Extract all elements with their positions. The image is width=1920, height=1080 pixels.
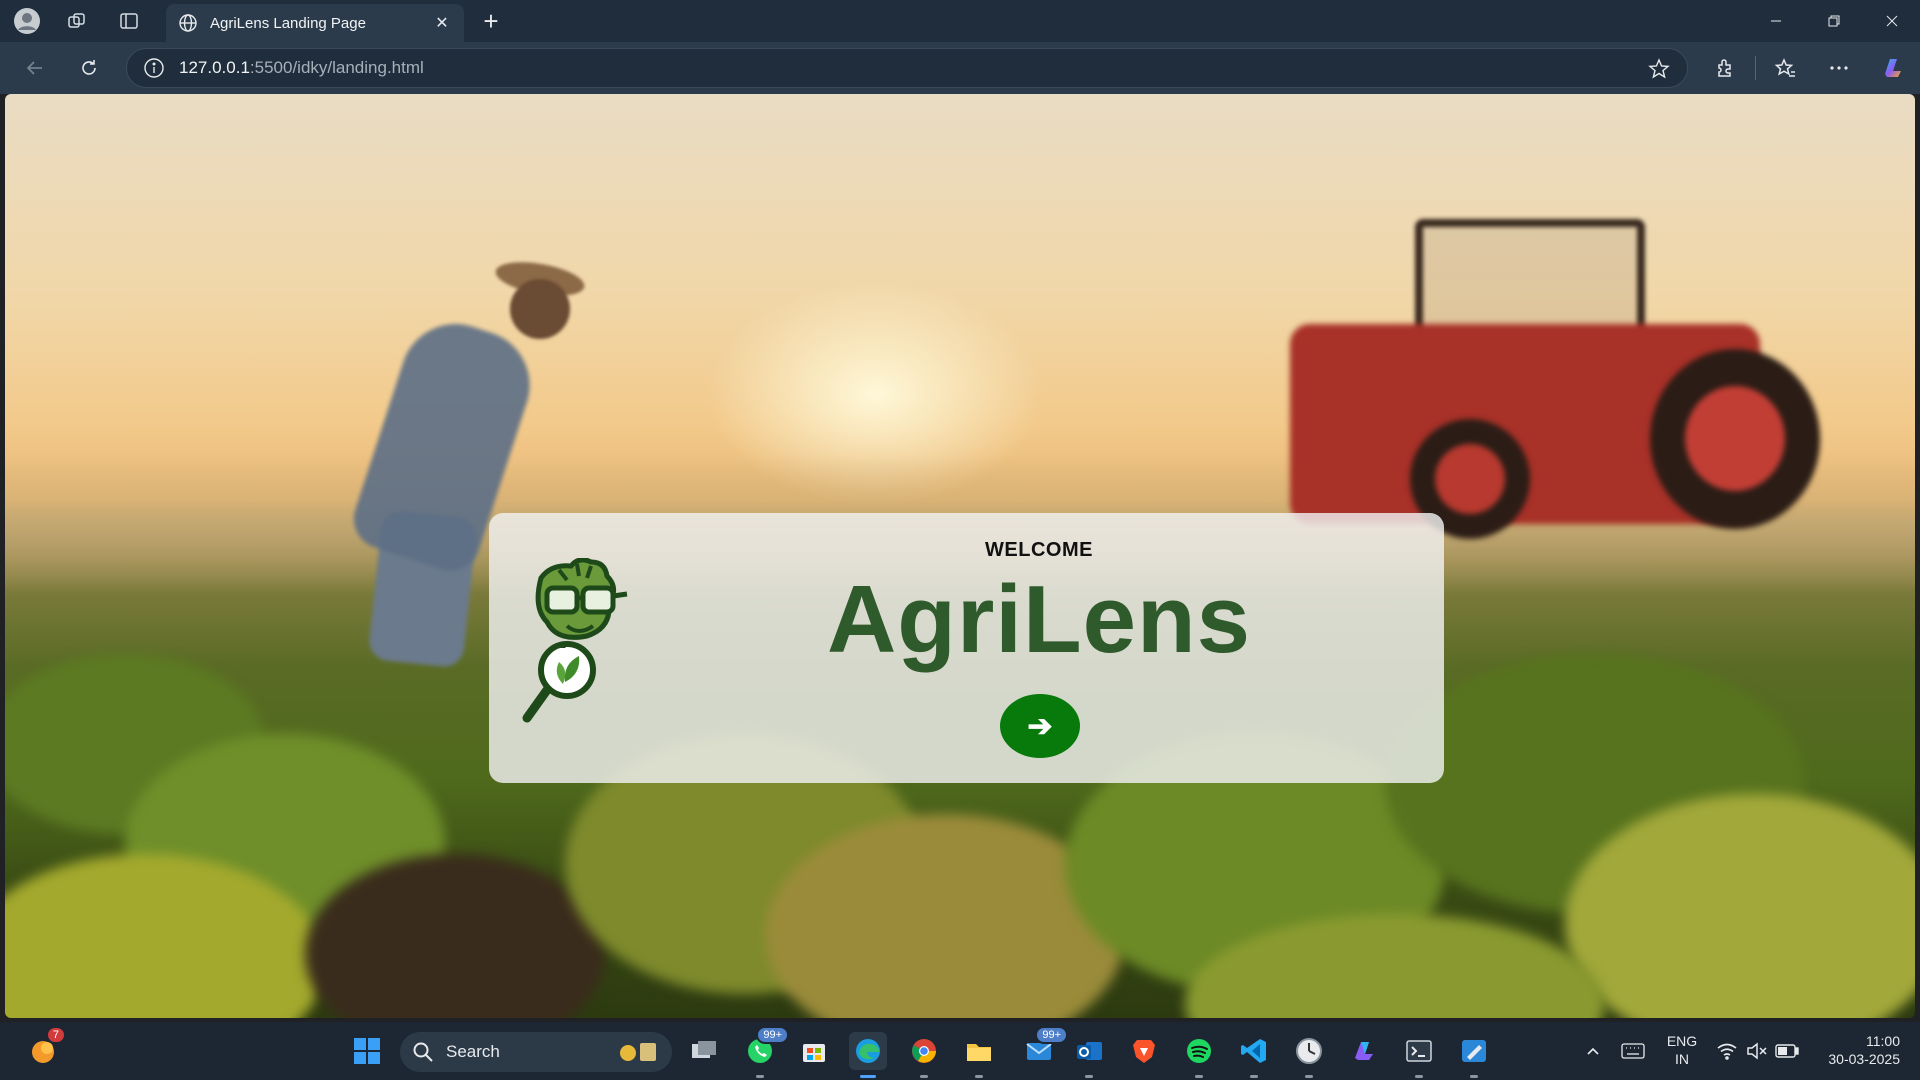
file-explorer-icon[interactable] bbox=[960, 1032, 998, 1078]
spotify-icon[interactable] bbox=[1180, 1032, 1218, 1078]
keyboard-icon[interactable] bbox=[1614, 1032, 1652, 1070]
address-bar[interactable]: 127.0.0.1:5500/idky/landing.html bbox=[126, 48, 1688, 88]
clock-app-icon[interactable] bbox=[1290, 1032, 1328, 1078]
whatsapp-badge: 99+ bbox=[756, 1026, 789, 1044]
running-indicator bbox=[1085, 1075, 1093, 1078]
brand-title: AgriLens bbox=[826, 566, 1252, 673]
favorite-star-icon[interactable] bbox=[1647, 57, 1671, 81]
more-icon[interactable] bbox=[1822, 52, 1856, 84]
active-indicator bbox=[860, 1075, 876, 1078]
window-close-icon[interactable] bbox=[1864, 0, 1920, 42]
terminal-icon[interactable] bbox=[1400, 1032, 1438, 1078]
url-text: 127.0.0.1:5500/idky/landing.html bbox=[179, 58, 424, 78]
running-indicator bbox=[920, 1075, 928, 1078]
running-indicator bbox=[1415, 1075, 1423, 1078]
clock[interactable]: 11:00 30-03-2025 bbox=[1810, 1032, 1900, 1068]
language-indicator[interactable]: ENG IN bbox=[1660, 1032, 1704, 1068]
url-path: :5500/idky/landing.html bbox=[249, 58, 424, 77]
copilot-icon[interactable] bbox=[1876, 52, 1910, 84]
running-indicator bbox=[1195, 1075, 1203, 1078]
page-viewport: WELCOME AgriLens ➔ bbox=[5, 94, 1915, 1018]
workspaces-icon[interactable] bbox=[62, 6, 92, 36]
language-code: ENG bbox=[1666, 1033, 1698, 1049]
get-started-button[interactable]: ➔ bbox=[1000, 694, 1080, 758]
info-icon[interactable] bbox=[143, 57, 165, 79]
minimize-icon[interactable] bbox=[1748, 0, 1804, 42]
start-icon[interactable] bbox=[348, 1032, 386, 1070]
background-tractor-hub bbox=[1435, 444, 1505, 514]
search-placeholder: Search bbox=[446, 1042, 500, 1061]
chevron-up-icon[interactable] bbox=[1574, 1032, 1612, 1070]
refresh-icon[interactable] bbox=[72, 52, 106, 84]
new-tab-icon[interactable]: + bbox=[476, 8, 506, 36]
clock-date: 30-03-2025 bbox=[1828, 1051, 1900, 1067]
brave-icon[interactable] bbox=[1125, 1032, 1163, 1070]
chrome-icon[interactable] bbox=[905, 1032, 943, 1078]
favorites-icon[interactable] bbox=[1768, 52, 1802, 84]
browser-title-bar: AgriLens Landing Page ✕ + bbox=[0, 0, 1920, 42]
paint-icon[interactable] bbox=[1455, 1032, 1493, 1078]
running-indicator bbox=[1305, 1075, 1313, 1078]
notification-badge: 7 bbox=[45, 1026, 66, 1044]
restore-icon[interactable] bbox=[1806, 0, 1862, 42]
profile-icon[interactable] bbox=[12, 6, 42, 36]
running-indicator bbox=[975, 1075, 983, 1078]
tab-actions-icon[interactable] bbox=[114, 6, 144, 36]
welcome-card: WELCOME AgriLens ➔ bbox=[489, 513, 1444, 783]
search-highlight-icon bbox=[620, 1043, 656, 1061]
back-icon[interactable] bbox=[18, 52, 52, 84]
edge-icon[interactable] bbox=[849, 1032, 887, 1078]
task-view-icon[interactable] bbox=[685, 1032, 723, 1070]
vscode-icon[interactable] bbox=[1235, 1032, 1273, 1078]
clock-time: 11:00 bbox=[1866, 1033, 1900, 1049]
widgets-weather-icon[interactable]: 7 bbox=[24, 1026, 66, 1070]
windows-taskbar: 7 Search 99+ 99+ ENG IN 11:00 30-03-2025 bbox=[0, 1022, 1920, 1080]
store-icon[interactable] bbox=[795, 1032, 833, 1070]
background-tractor-hub-rear bbox=[1685, 386, 1785, 491]
toolbar-separator bbox=[1755, 56, 1756, 80]
search-icon bbox=[413, 1042, 433, 1062]
taskbar-search-box[interactable]: Search bbox=[400, 1032, 672, 1072]
copilot-app-icon[interactable] bbox=[1345, 1032, 1383, 1070]
tab-agrilens[interactable]: AgriLens Landing Page ✕ bbox=[166, 4, 464, 42]
outlook-icon[interactable] bbox=[1070, 1032, 1108, 1078]
whatsapp-icon[interactable]: 99+ bbox=[741, 1026, 789, 1078]
language-region: IN bbox=[1675, 1051, 1689, 1067]
background-farmer-head bbox=[510, 279, 570, 339]
url-host: 127.0.0.1 bbox=[179, 58, 250, 77]
running-indicator bbox=[1470, 1075, 1478, 1078]
welcome-heading: WELCOME bbox=[985, 539, 1093, 561]
running-indicator bbox=[756, 1075, 764, 1078]
battery-icon[interactable] bbox=[1768, 1032, 1806, 1070]
globe-icon bbox=[179, 14, 197, 32]
arrow-right-icon: ➔ bbox=[1027, 709, 1053, 743]
browser-nav-bar: 127.0.0.1:5500/idky/landing.html bbox=[0, 42, 1920, 94]
tab-title: AgriLens Landing Page bbox=[210, 14, 366, 32]
extensions-icon[interactable] bbox=[1708, 52, 1742, 84]
running-indicator bbox=[1250, 1075, 1258, 1078]
mail-badge: 99+ bbox=[1035, 1026, 1068, 1044]
mail-icon[interactable]: 99+ bbox=[1020, 1026, 1068, 1070]
close-icon[interactable]: ✕ bbox=[432, 13, 452, 33]
